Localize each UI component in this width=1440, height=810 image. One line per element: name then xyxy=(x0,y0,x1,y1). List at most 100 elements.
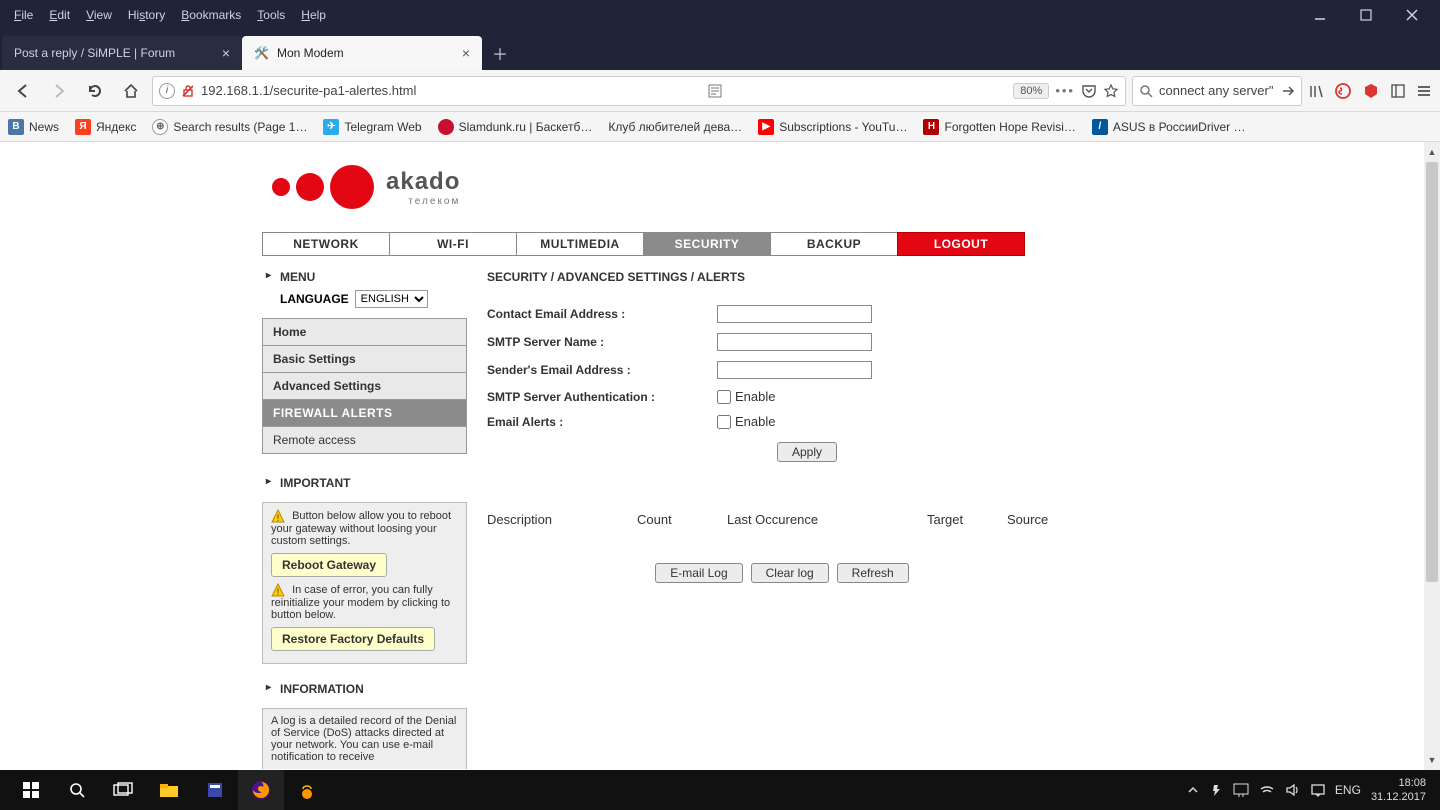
browser-tabstrip: Post a reply / SiMPLE | Forum × 🛠️ Mon M… xyxy=(0,30,1440,70)
bookmark-item[interactable]: Клуб любителей дева… xyxy=(608,120,742,134)
adblock-icon[interactable] xyxy=(1362,82,1380,100)
browser-tab[interactable]: Post a reply / SiMPLE | Forum × xyxy=(2,36,242,70)
bookmark-item[interactable]: ▶Subscriptions - YouTu… xyxy=(758,119,907,135)
bookmark-item[interactable]: Slamdunk.ru | Баскетб… xyxy=(438,119,593,135)
scroll-up-icon[interactable]: ▲ xyxy=(1424,144,1440,160)
tab-favicon: 🛠️ xyxy=(254,46,269,60)
close-icon[interactable]: × xyxy=(222,45,230,61)
start-button[interactable] xyxy=(8,770,54,810)
smtp-server-input[interactable] xyxy=(717,333,872,351)
sidebar-item-advanced[interactable]: Advanced Settings xyxy=(263,373,466,400)
window-close[interactable] xyxy=(1390,1,1434,29)
tray-language[interactable]: ENG xyxy=(1335,783,1361,797)
sidebar-item-home[interactable]: Home xyxy=(263,319,466,346)
new-tab-button[interactable]: ＋ xyxy=(482,36,518,70)
globe-icon: ⊕ xyxy=(152,119,168,135)
menu-bookmarks[interactable]: Bookmarks xyxy=(173,4,249,26)
telegram-icon: ✈ xyxy=(323,119,339,135)
email-log-button[interactable]: E-mail Log xyxy=(655,563,742,583)
bookmark-item[interactable]: /ASUS в РоссииDriver … xyxy=(1092,119,1246,135)
url-bar[interactable]: i 192.168.1.1/securite-pa1-alertes.html … xyxy=(152,76,1126,106)
top-nav: NETWORK WI-FI MULTIMEDIA SECURITY BACKUP… xyxy=(262,232,1162,256)
close-icon[interactable]: × xyxy=(462,45,470,61)
apply-button[interactable]: Apply xyxy=(777,442,837,462)
reader-mode-icon[interactable] xyxy=(708,84,722,98)
restore-defaults-button[interactable]: Restore Factory Defaults xyxy=(271,627,435,651)
browser-tab-active[interactable]: 🛠️ Mon Modem × xyxy=(242,36,482,70)
taskview-button[interactable] xyxy=(100,770,146,810)
label-smtp: SMTP Server Name : xyxy=(487,335,717,349)
hamburger-icon[interactable] xyxy=(1416,83,1432,99)
sidebar-icon[interactable] xyxy=(1390,83,1406,99)
back-button[interactable] xyxy=(8,76,38,106)
bookmark-item[interactable]: ✈Telegram Web xyxy=(323,119,421,135)
fh-icon: H xyxy=(923,119,939,135)
search-button[interactable] xyxy=(54,770,100,810)
window-maximize[interactable] xyxy=(1344,1,1388,29)
label-auth: SMTP Server Authentication : xyxy=(487,390,717,404)
nav-backup[interactable]: BACKUP xyxy=(770,232,898,256)
scroll-thumb[interactable] xyxy=(1426,162,1438,582)
nav-multimedia[interactable]: MULTIMEDIA xyxy=(516,232,644,256)
nav-network[interactable]: NETWORK xyxy=(262,232,390,256)
menu-tools[interactable]: Tools xyxy=(249,4,293,26)
bookmark-item[interactable]: HForgotten Hope Revisi… xyxy=(923,119,1075,135)
noscript-icon[interactable] xyxy=(1334,82,1352,100)
explorer-icon[interactable] xyxy=(146,770,192,810)
smtp-auth-checkbox[interactable] xyxy=(717,390,731,404)
asus-icon: / xyxy=(1092,119,1108,135)
sidebar-item-remote[interactable]: Remote access xyxy=(263,427,466,453)
pocket-icon[interactable] xyxy=(1081,83,1097,99)
firefox-icon[interactable] xyxy=(238,770,284,810)
reload-button[interactable] xyxy=(80,76,110,106)
sidebar-item-firewall-alerts[interactable]: FIREWALL ALERTS xyxy=(263,400,466,427)
menu-edit[interactable]: Edit xyxy=(41,4,78,26)
search-text: connect any server" xyxy=(1159,83,1275,98)
bookmark-star-icon[interactable] xyxy=(1103,83,1119,99)
vertical-scrollbar[interactable]: ▲ ▼ xyxy=(1424,142,1440,770)
nav-logout[interactable]: LOGOUT xyxy=(897,232,1025,256)
tray-clock[interactable]: 18:08 31.12.2017 xyxy=(1371,776,1432,804)
svg-text:!: ! xyxy=(277,587,280,597)
sender-email-input[interactable] xyxy=(717,361,872,379)
email-alerts-checkbox[interactable] xyxy=(717,415,731,429)
more-icon[interactable]: ••• xyxy=(1055,83,1075,98)
app-icon[interactable] xyxy=(192,770,238,810)
information-heading: INFORMATION xyxy=(262,678,467,700)
clear-log-button[interactable]: Clear log xyxy=(751,563,829,583)
home-button[interactable] xyxy=(116,76,146,106)
sidebar-item-basic[interactable]: Basic Settings xyxy=(263,346,466,373)
youtube-icon: ▶ xyxy=(758,119,774,135)
contact-email-input[interactable] xyxy=(717,305,872,323)
tray-power-icon[interactable] xyxy=(1209,783,1223,797)
language-select[interactable]: ENGLISH xyxy=(355,290,428,308)
menu-help[interactable]: Help xyxy=(293,4,334,26)
menu-history[interactable]: History xyxy=(120,4,173,26)
window-minimize[interactable] xyxy=(1298,1,1342,29)
site-info-icon[interactable]: i xyxy=(159,83,175,99)
tray-network-icon[interactable] xyxy=(1233,783,1249,797)
bookmark-item[interactable]: ⊕Search results (Page 1… xyxy=(152,119,307,135)
nav-wifi[interactable]: WI-FI xyxy=(389,232,517,256)
bookmark-item[interactable]: ЯЯндекс xyxy=(75,119,136,135)
zoom-level[interactable]: 80% xyxy=(1013,83,1049,99)
reboot-button[interactable]: Reboot Gateway xyxy=(271,553,387,577)
search-box[interactable]: connect any server" xyxy=(1132,76,1302,106)
refresh-button[interactable]: Refresh xyxy=(837,563,909,583)
tray-chevron-icon[interactable] xyxy=(1187,784,1199,796)
nav-security[interactable]: SECURITY xyxy=(643,232,771,256)
tray-volume-icon[interactable] xyxy=(1285,783,1301,797)
label-contact: Contact Email Address : xyxy=(487,307,717,321)
library-icon[interactable] xyxy=(1308,83,1324,99)
forward-button[interactable] xyxy=(44,76,74,106)
menu-file[interactable]: File xyxy=(6,4,41,26)
logo-text: akado xyxy=(386,168,460,196)
menu-view[interactable]: View xyxy=(78,4,120,26)
language-label: LANGUAGE xyxy=(280,292,349,306)
tray-wifi-icon[interactable] xyxy=(1259,783,1275,797)
bookmark-item[interactable]: BNews xyxy=(8,119,59,135)
scroll-down-icon[interactable]: ▼ xyxy=(1424,752,1440,768)
app-icon-2[interactable] xyxy=(284,770,330,810)
go-arrow-icon[interactable] xyxy=(1281,84,1295,98)
tray-notification-icon[interactable] xyxy=(1311,783,1325,797)
